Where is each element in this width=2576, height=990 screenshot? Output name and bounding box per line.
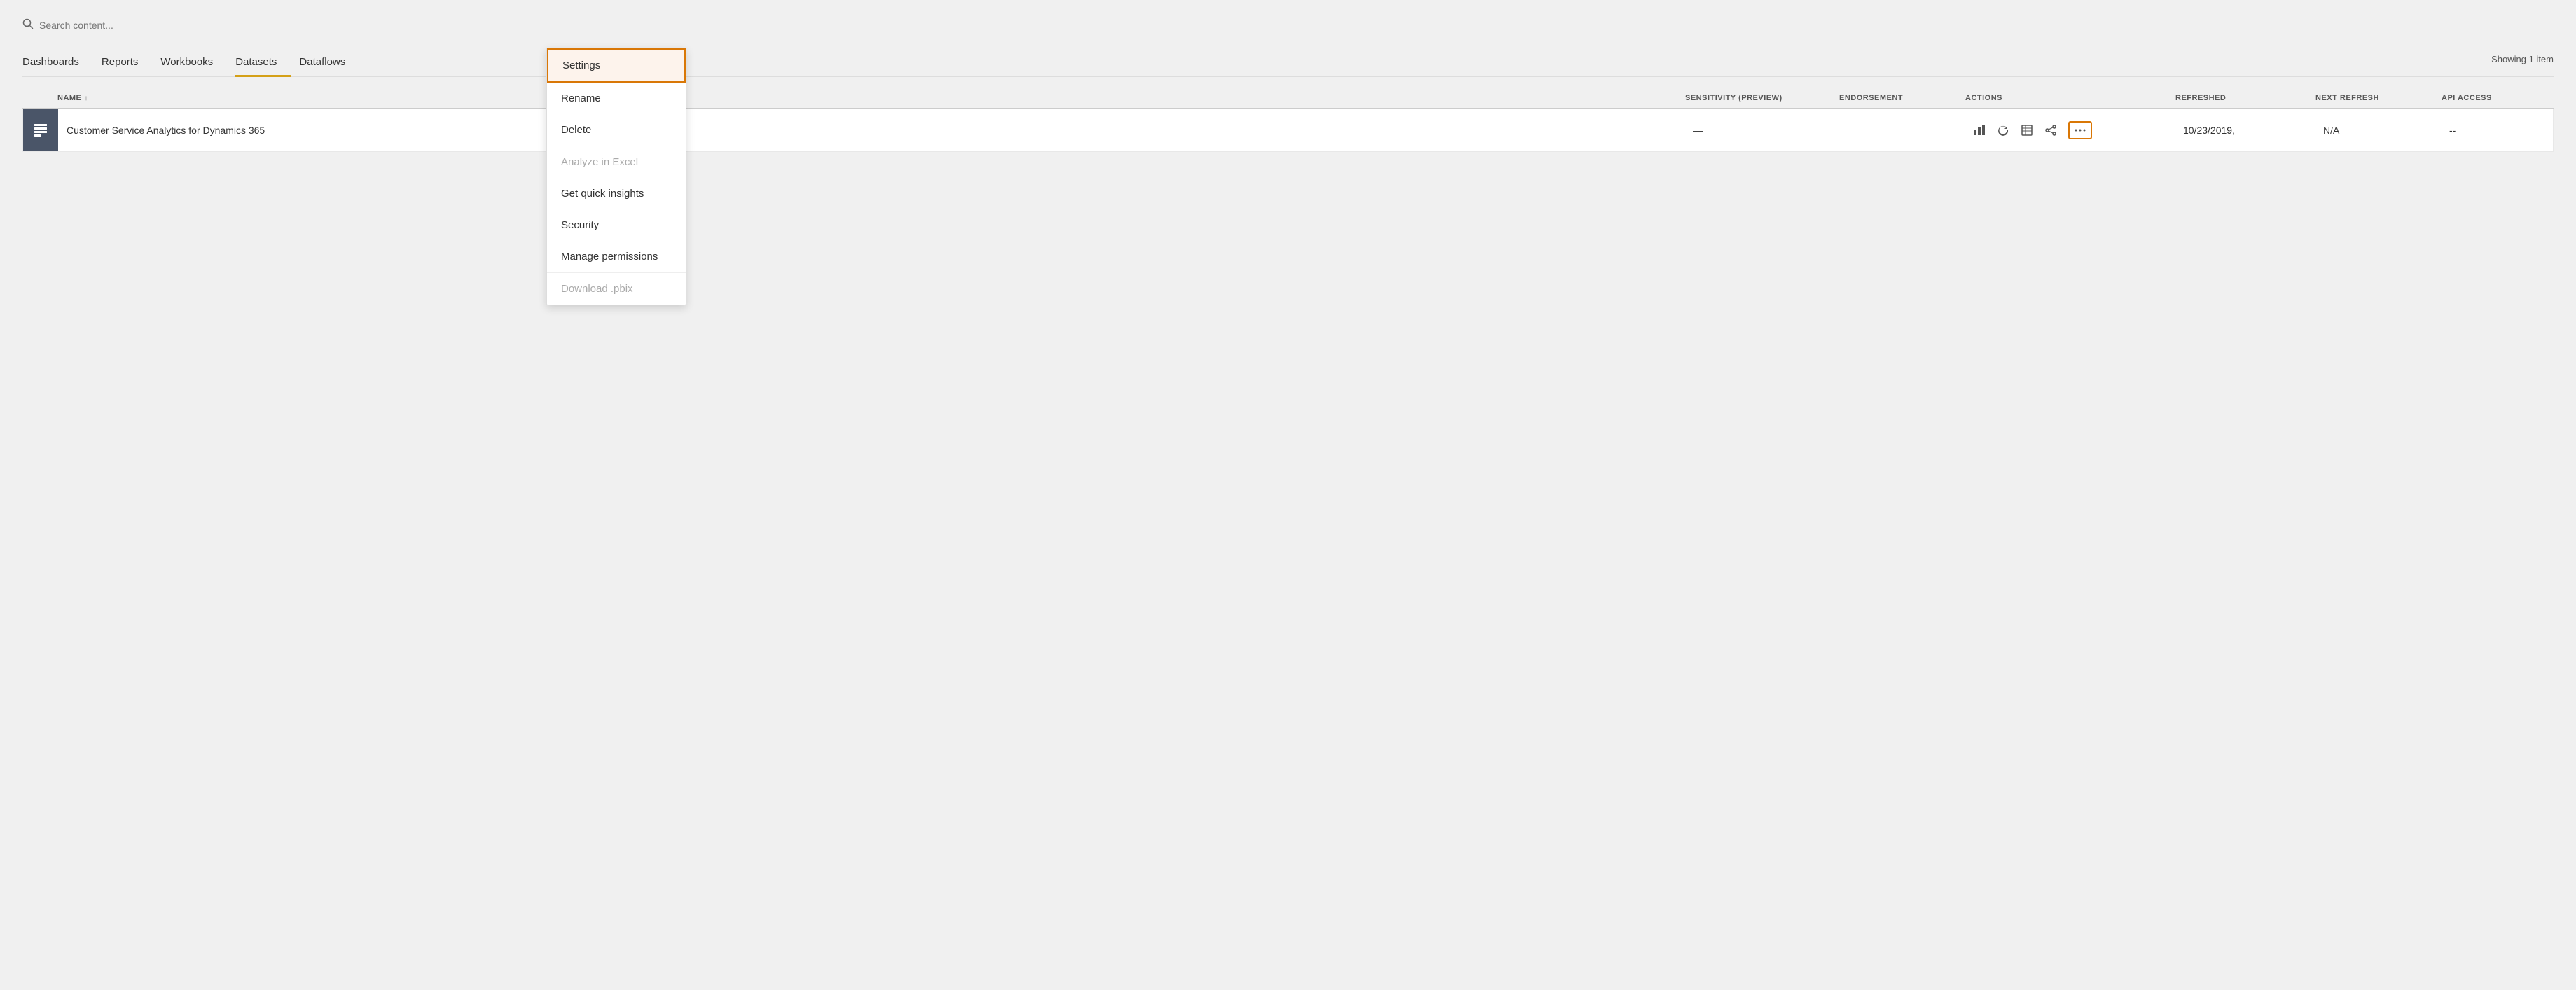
row-endorsement <box>1838 125 1965 136</box>
row-dataset-icon <box>23 109 58 151</box>
search-icon <box>22 18 34 33</box>
main-container: Dashboards Reports Workbooks Datasets Da… <box>0 0 2576 169</box>
row-dataset-name: Customer Service Analytics for Dynamics … <box>58 119 1684 141</box>
tab-dataflows[interactable]: Dataflows <box>299 49 359 77</box>
menu-item-manage-permissions[interactable]: Manage permissions <box>547 241 686 272</box>
col-header-endorsement: ENDORSEMENT <box>1839 94 1965 102</box>
tabs-row: Dashboards Reports Workbooks Datasets Da… <box>22 48 2554 77</box>
col-header-actions: ACTIONS <box>1965 94 2175 102</box>
tab-dashboards[interactable]: Dashboards <box>22 49 93 77</box>
tab-workbooks[interactable]: Workbooks <box>160 49 227 77</box>
showing-count: Showing 1 item <box>2491 54 2554 71</box>
menu-item-settings[interactable]: Settings <box>547 48 686 83</box>
row-next-refresh: N/A <box>2315 119 2441 141</box>
context-menu: Settings Rename Delete Analyze in Excel … <box>546 48 686 305</box>
actions-cell <box>1965 116 2175 145</box>
menu-item-quick-insights[interactable]: Get quick insights <box>547 178 686 209</box>
menu-item-analyze-excel: Analyze in Excel <box>547 146 686 178</box>
sort-icon: ↑ <box>84 95 88 102</box>
col-header-next-refresh: NEXT REFRESH <box>2315 94 2442 102</box>
menu-item-security[interactable]: Security <box>547 209 686 241</box>
col-header-api-access: API ACCESS <box>2442 94 2554 102</box>
search-input[interactable] <box>39 17 235 34</box>
col-header-name: NAME ↑ <box>57 94 1685 102</box>
col-header-sensitivity: SENSITIVITY (preview) <box>1685 94 1839 102</box>
analyze-icon[interactable] <box>2021 124 2033 137</box>
table-wrapper: NAME ↑ SENSITIVITY (preview) ENDORSEMENT… <box>22 88 2554 152</box>
share-icon[interactable] <box>2044 124 2057 137</box>
col-header-refreshed: REFRESHED <box>2175 94 2315 102</box>
menu-item-download-pbix: Download .pbix <box>547 273 686 305</box>
row-refreshed: 10/23/2019, <box>2175 119 2315 141</box>
bar-chart-icon[interactable] <box>1973 124 1986 137</box>
menu-item-rename[interactable]: Rename <box>547 83 686 114</box>
tab-datasets[interactable]: Datasets <box>235 49 291 77</box>
row-sensitivity: — <box>1684 119 1838 141</box>
table-row: Customer Service Analytics for Dynamics … <box>22 109 2554 152</box>
tab-reports[interactable]: Reports <box>102 49 153 77</box>
refresh-icon[interactable] <box>1997 124 2009 137</box>
search-bar <box>22 17 247 34</box>
row-api-access: -- <box>2441 119 2553 141</box>
menu-item-delete[interactable]: Delete <box>547 114 686 146</box>
more-options-button[interactable] <box>2068 121 2092 139</box>
table-header: NAME ↑ SENSITIVITY (preview) ENDORSEMENT… <box>22 88 2554 109</box>
